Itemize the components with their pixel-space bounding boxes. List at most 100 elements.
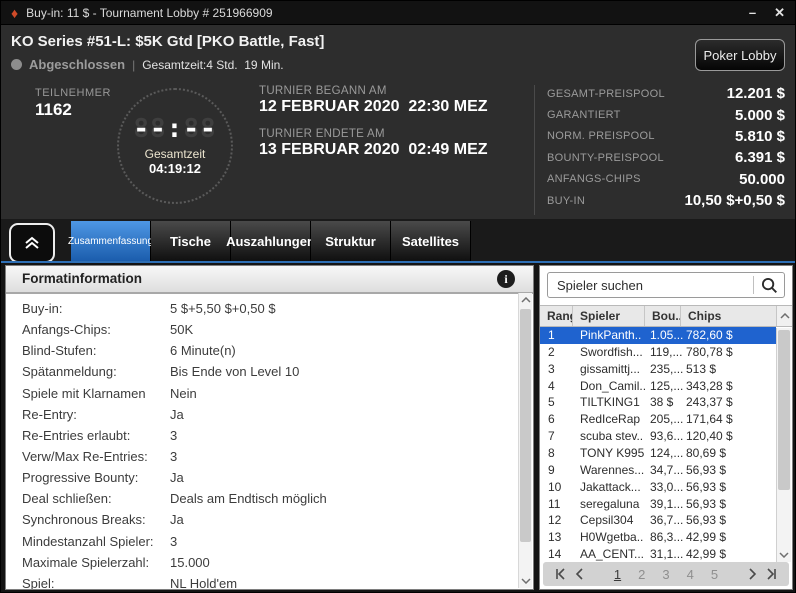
column-header-player[interactable]: Spieler: [573, 306, 645, 326]
last-page-icon: [766, 568, 778, 580]
search-button[interactable]: [753, 276, 784, 294]
format-row: Spätanmeldung: Bis Ende von Level 10: [6, 362, 517, 383]
format-row: Mindestanzahl Spieler: 3: [6, 532, 517, 553]
stat-value: 5.810 $: [735, 128, 785, 145]
page-number[interactable]: 4: [687, 567, 694, 582]
format-row-value: Ja: [170, 407, 184, 422]
column-header-rank[interactable]: Rang: [540, 306, 573, 326]
tab-label: Tische: [170, 234, 211, 249]
format-row-label: Blind-Stufen:: [22, 343, 96, 358]
player-row[interactable]: 5 TILTKING1 38 $ 243,37 $: [540, 394, 776, 411]
player-row[interactable]: 13 H0Wgetba.. 86,3... 42,99 $: [540, 529, 776, 546]
table-scroll-up-button[interactable]: [776, 306, 792, 326]
stat-label: BUY-IN: [547, 195, 585, 207]
player-name: Cepsil304: [580, 513, 648, 527]
player-row[interactable]: 14 AA_CENT... 31,1... 42,99 $: [540, 546, 776, 563]
player-bounty: 36,7...: [650, 513, 685, 527]
players-scrollbar[interactable]: [776, 328, 791, 562]
player-row[interactable]: 9 Warennes... 34,7... 56,93 $: [540, 462, 776, 479]
column-header-bounty[interactable]: Bou...: [645, 306, 681, 326]
tournament-lobby-window: ♦ Buy-in: 11 $ - Tournament Lobby # 2519…: [0, 0, 796, 593]
tournament-clock: 88:88 --:-- Gesamtzeit 04:19:12: [117, 88, 233, 204]
status-row: Abgeschlossen | Gesamtzeit:4 Std. 19 Min…: [11, 57, 284, 72]
format-row: Maximale Spielerzahl: 15.000: [6, 553, 517, 574]
page-numbers: 1 2 3 4 5: [590, 567, 742, 582]
format-row: Spiele mit Klarnamen Nein: [6, 384, 517, 405]
column-header-chips[interactable]: Chips: [681, 306, 776, 326]
chevron-left-icon: [574, 568, 586, 580]
format-row-value: Nein: [170, 386, 197, 401]
page-number[interactable]: 3: [662, 567, 669, 582]
player-name: H0Wgetba..: [580, 530, 648, 544]
info-icon[interactable]: i: [497, 270, 515, 288]
window-title: Buy-in: 11 $ - Tournament Lobby # 251966…: [26, 6, 731, 20]
status-label: Abgeschlossen: [29, 57, 125, 72]
stat-label: NORM. PREISPOOL: [547, 130, 655, 142]
page-number[interactable]: 2: [638, 567, 645, 582]
format-row: Anfangs-Chips: 50K: [6, 320, 517, 341]
poker-lobby-button[interactable]: Poker Lobby: [695, 39, 785, 71]
format-row-value: 3: [170, 449, 177, 464]
format-row: Verw/Max Re-Entries: 3: [6, 447, 517, 468]
format-row-label: Re-Entry:: [22, 407, 77, 422]
player-chips: 513 $: [686, 362, 774, 376]
format-row-label: Spiele mit Klarnamen: [22, 386, 146, 401]
tab[interactable]: Tische: [151, 221, 231, 261]
participants-label: TEILNEHMER: [35, 87, 111, 99]
tab[interactable]: Auszahlungen: [231, 221, 311, 261]
started-value: 12 FEBRUAR 2020 22:30 MEZ: [259, 98, 488, 116]
scroll-up-button[interactable]: [519, 293, 532, 307]
format-row-value: Bis Ende von Level 10: [170, 364, 299, 379]
player-search-input[interactable]: [548, 273, 753, 297]
player-bounty: 1.05...: [650, 328, 685, 342]
player-rank: 8: [548, 446, 574, 460]
player-rank: 11: [548, 497, 574, 511]
tournament-header: KO Series #51-L: $5K Gtd [PKO Battle, Fa…: [1, 25, 795, 219]
clock-digital-display: 88:88 --:--: [133, 116, 216, 142]
player-name: Swordfish...: [580, 345, 648, 359]
player-chips: 56,93 $: [686, 463, 774, 477]
stat-label: BOUNTY-PREISPOOL: [547, 152, 664, 164]
ended-label: TURNIER ENDETE AM: [259, 128, 385, 140]
players-panel: Rang Spieler Bou... Chips 1 PinkPanth.. …: [539, 265, 793, 590]
scroll-down-button[interactable]: [519, 574, 532, 588]
player-row[interactable]: 2 Swordfish... 119,... 780,78 $: [540, 344, 776, 361]
player-row[interactable]: 3 gissamittj... 235,... 513 $: [540, 361, 776, 378]
format-row-label: Verw/Max Re-Entries:: [22, 449, 148, 464]
first-page-button[interactable]: [550, 568, 570, 580]
format-row-label: Mindestanzahl Spieler:: [22, 534, 154, 549]
participants-value: 1162: [35, 100, 72, 120]
player-rank: 12: [548, 513, 574, 527]
format-row: Synchronous Breaks: Ja: [6, 510, 517, 531]
stat-value: 12.201 $: [727, 85, 785, 102]
scrollbar-thumb[interactable]: [778, 330, 790, 490]
page-number[interactable]: 1: [614, 567, 621, 582]
close-button[interactable]: ✕: [774, 6, 785, 19]
last-page-button[interactable]: [762, 568, 782, 580]
tab[interactable]: Zusammenfassung: [71, 221, 151, 261]
player-row[interactable]: 10 Jakattack... 33,0... 56,93 $: [540, 479, 776, 496]
player-row[interactable]: 12 Cepsil304 36,7... 56,93 $: [540, 512, 776, 529]
player-row[interactable]: 11 seregaluna 39,1... 56,93 $: [540, 496, 776, 513]
format-scrollbar[interactable]: [518, 293, 532, 588]
stat-label: ANFANGS-CHIPS: [547, 173, 641, 185]
format-row-value: 50K: [170, 322, 193, 337]
player-chips: 42,99 $: [686, 547, 774, 561]
minimize-button[interactable]: –: [749, 6, 756, 19]
page-number[interactable]: 5: [711, 567, 718, 582]
previous-page-button[interactable]: [570, 568, 590, 580]
format-panel-title: Formatinformation: [6, 271, 142, 286]
player-bounty: 33,0...: [650, 480, 685, 494]
collapse-panel-button[interactable]: [9, 223, 55, 263]
stat-value: 5.000 $: [735, 107, 785, 124]
player-row[interactable]: 6 RedIceRap 205,... 171,64 $: [540, 411, 776, 428]
player-row[interactable]: 4 Don_Camil.. 125,... 343,28 $: [540, 378, 776, 395]
table-scroll-down-button[interactable]: [777, 548, 791, 562]
tab[interactable]: Satellites: [391, 221, 471, 261]
player-row[interactable]: 8 TONY K995 124,... 80,69 $: [540, 445, 776, 462]
player-row[interactable]: 1 PinkPanth.. 1.05... 782,60 $: [540, 327, 776, 344]
scrollbar-thumb[interactable]: [520, 309, 531, 542]
next-page-button[interactable]: [742, 568, 762, 580]
tab[interactable]: Struktur: [311, 221, 391, 261]
player-row[interactable]: 7 scuba stev.. 93,6... 120,40 $: [540, 428, 776, 445]
